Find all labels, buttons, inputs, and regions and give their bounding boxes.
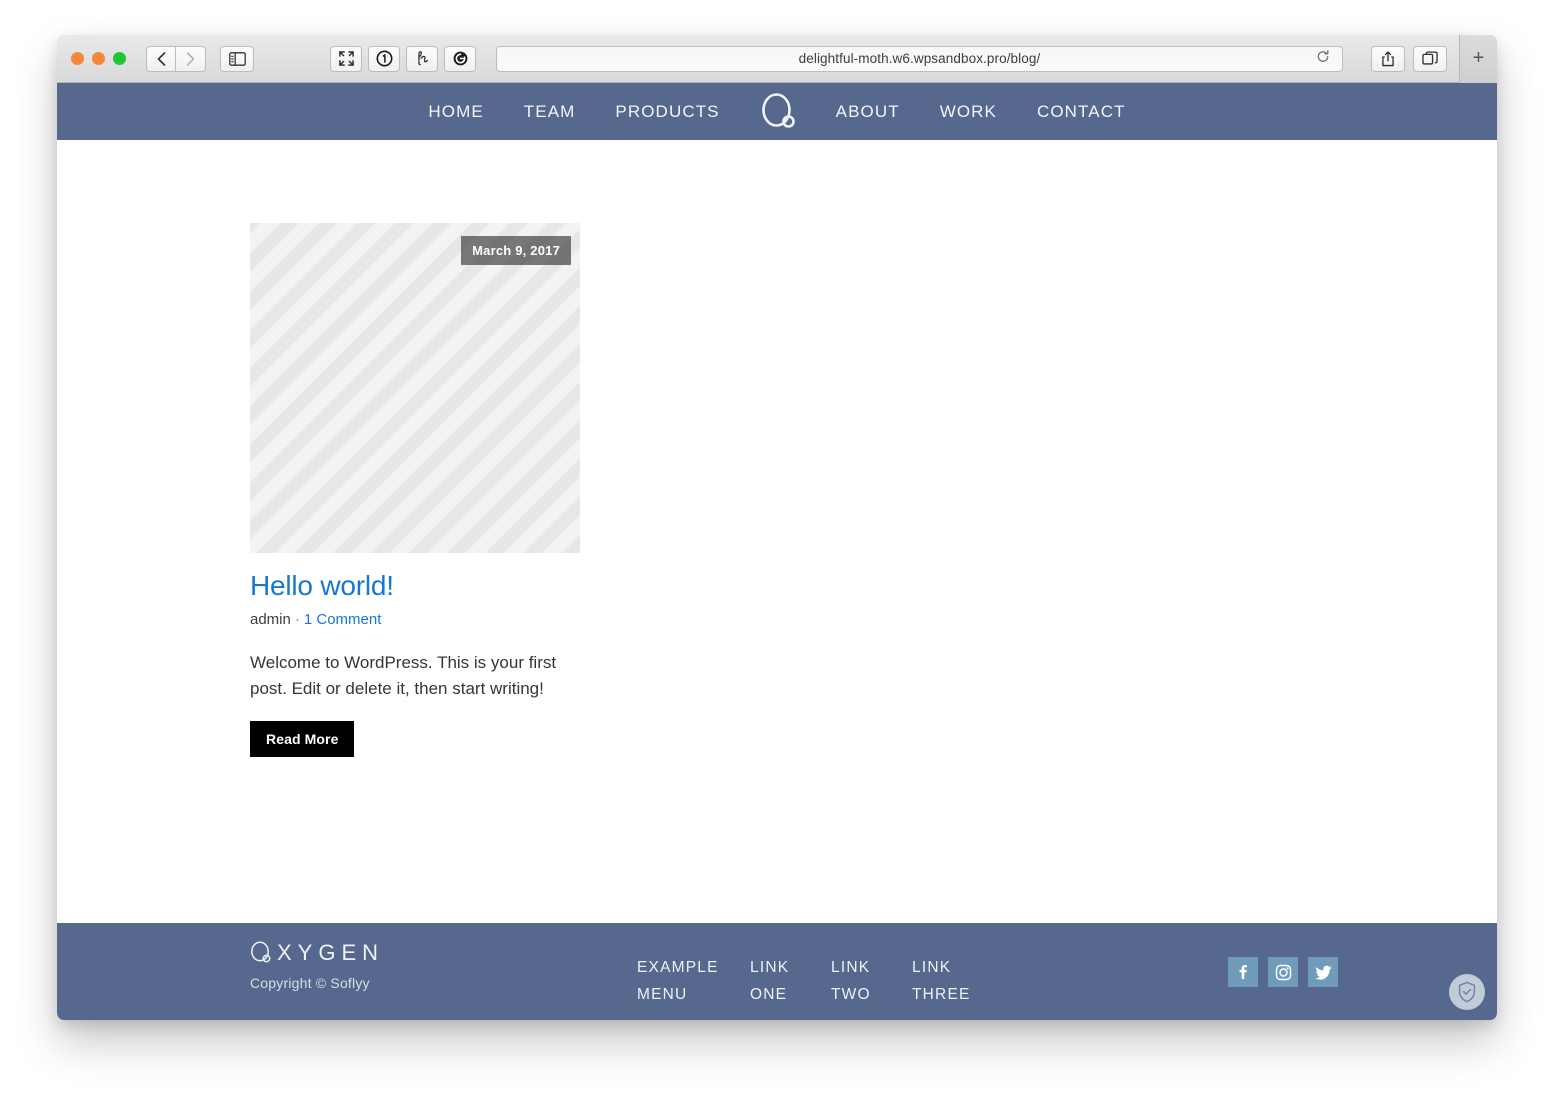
footer-link-line1: LINK: [831, 959, 871, 976]
footer-link-line1: LINK: [750, 959, 790, 976]
facebook-link[interactable]: [1228, 957, 1258, 987]
footer-link-line2: MENU: [637, 986, 688, 1004]
footer-link-line2: THREE: [912, 986, 971, 1004]
nav-item-home[interactable]: HOME: [408, 102, 503, 122]
footer-copyright: Copyright © Soflyy: [250, 975, 370, 991]
read-more-button[interactable]: Read More: [250, 721, 355, 757]
window-controls: [71, 52, 126, 65]
nav-item-about[interactable]: ABOUT: [816, 102, 920, 122]
browser-toolbar: delightful-moth.w6.wpsandbox.pro/blog/ +: [57, 35, 1497, 83]
facebook-icon: [1239, 965, 1247, 979]
share-button[interactable]: [1371, 45, 1405, 72]
grammarly-icon: [453, 51, 467, 66]
sidebar-toggle-button[interactable]: [220, 45, 254, 72]
honey-icon: [417, 51, 428, 66]
footer-link-three[interactable]: LINK THREE: [912, 954, 993, 1008]
address-bar-container: delightful-moth.w6.wpsandbox.pro/blog/: [490, 45, 1349, 72]
instagram-icon: [1275, 964, 1291, 980]
address-bar[interactable]: delightful-moth.w6.wpsandbox.pro/blog/: [496, 45, 1343, 72]
post-meta: admin · 1 Comment: [250, 611, 580, 628]
instagram-link[interactable]: [1268, 957, 1298, 987]
meta-separator: ·: [294, 611, 300, 628]
site-navigation: HOME TEAM PRODUCTS ABOUT WORK CONTACT: [57, 83, 1497, 140]
post-excerpt: Welcome to WordPress. This is your first…: [250, 653, 557, 698]
post-featured-image[interactable]: March 9, 2017: [250, 223, 580, 553]
reload-icon: [1317, 49, 1329, 62]
share-icon: [1382, 50, 1394, 66]
blog-post-card: March 9, 2017 Hello world! admin · 1 Comme…: [250, 223, 580, 757]
footer-menu: EXAMPLE MENU LINK ONE LINK TWO LINK THRE…: [637, 954, 993, 1008]
extension-buttons: [330, 45, 476, 72]
chevron-left-icon: [157, 51, 165, 66]
twitter-link[interactable]: [1308, 957, 1338, 987]
fullscreen-icon-button[interactable]: [330, 45, 362, 72]
footer-link-one[interactable]: LINK ONE: [750, 954, 831, 1008]
honey-icon-button[interactable]: [406, 45, 438, 72]
minimize-window-button[interactable]: [92, 52, 105, 65]
footer-social-links: [1228, 957, 1338, 987]
grammarly-icon-button[interactable]: [444, 45, 476, 72]
footer-link-two[interactable]: LINK TWO: [831, 954, 912, 1008]
post-author: admin: [250, 611, 291, 628]
adguard-badge[interactable]: [1449, 974, 1485, 1010]
back-button[interactable]: [146, 45, 176, 72]
tabs-icon: [1422, 51, 1438, 65]
reload-button[interactable]: [1316, 49, 1330, 68]
footer-link-line1: EXAMPLE: [637, 959, 719, 976]
post-title[interactable]: Hello world!: [250, 570, 580, 602]
navigation-buttons: [146, 45, 206, 72]
show-tabs-button[interactable]: [1413, 45, 1447, 72]
oxygen-mark-icon: [251, 941, 271, 963]
post-comments-link[interactable]: 1 Comment: [304, 611, 382, 628]
url-text: delightful-moth.w6.wpsandbox.pro/blog/: [798, 51, 1041, 66]
footer-brand-text: XYGEN: [277, 940, 385, 965]
footer-logo[interactable]: XYGEN: [250, 940, 384, 966]
nav-item-products[interactable]: PRODUCTS: [595, 102, 739, 122]
oxygen-logo[interactable]: [740, 90, 816, 134]
onepassword-icon: [376, 50, 392, 67]
footer-link-line1: LINK: [912, 959, 952, 976]
nav-item-team[interactable]: TEAM: [504, 102, 596, 122]
shield-check-icon: [1458, 981, 1476, 1003]
footer-brand: XYGEN Copyright © Soflyy: [250, 940, 384, 991]
nav-item-work[interactable]: WORK: [920, 102, 1017, 122]
post-date-badge: March 9, 2017: [461, 236, 571, 265]
footer-link-line2: ONE: [750, 986, 788, 1004]
footer-link-example-menu[interactable]: EXAMPLE MENU: [637, 954, 750, 1008]
chevron-right-icon: [186, 51, 195, 66]
site-footer: XYGEN Copyright © Soflyy EXAMPLE MENU LI…: [57, 923, 1497, 1020]
close-window-button[interactable]: [71, 52, 84, 65]
page-content: March 9, 2017 Hello world! admin · 1 Comme…: [57, 140, 1497, 923]
fullscreen-icon: [338, 51, 354, 66]
browser-window: delightful-moth.w6.wpsandbox.pro/blog/ +…: [57, 35, 1497, 1020]
onepassword-icon-button[interactable]: [368, 45, 400, 72]
maximize-window-button[interactable]: [113, 52, 126, 65]
new-tab-button[interactable]: +: [1459, 35, 1497, 83]
oxygen-logo-icon: [761, 92, 795, 128]
forward-button[interactable]: [176, 45, 206, 72]
nav-item-contact[interactable]: CONTACT: [1017, 102, 1146, 122]
footer-link-line2: TWO: [831, 986, 871, 1004]
toolbar-right-group: +: [1363, 35, 1497, 83]
twitter-icon: [1314, 965, 1332, 980]
sidebar-icon: [228, 51, 246, 66]
